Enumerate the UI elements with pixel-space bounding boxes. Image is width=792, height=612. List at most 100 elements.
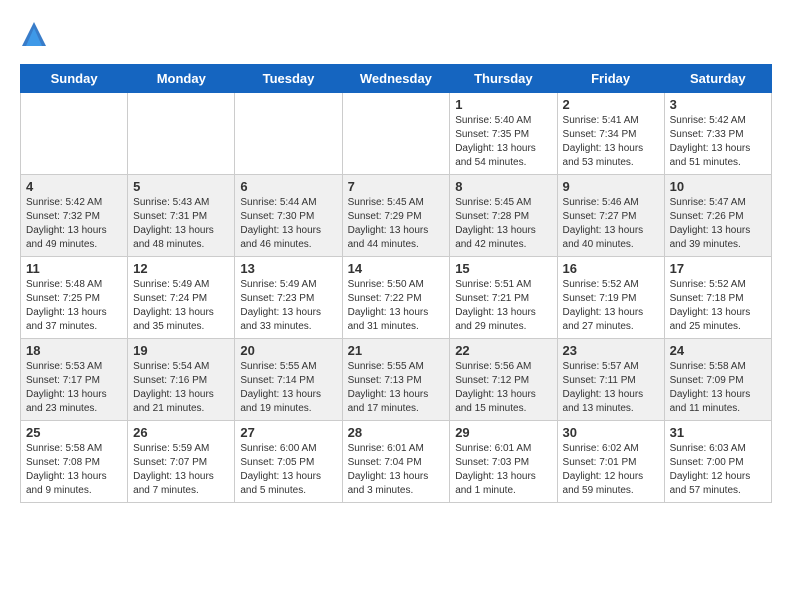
calendar-cell: 6 Sunrise: 5:44 AMSunset: 7:30 PMDaylight… [235, 175, 342, 257]
day-info: Sunrise: 5:49 AMSunset: 7:24 PMDaylight:… [133, 278, 229, 334]
day-number: 29 [455, 425, 551, 440]
calendar-cell [342, 93, 450, 175]
day-info: Sunrise: 5:41 AMSunset: 7:34 PMDaylight:… [563, 114, 659, 170]
logo-icon [20, 20, 48, 48]
logo [20, 20, 52, 48]
day-info: Sunrise: 5:49 AMSunset: 7:23 PMDaylight:… [240, 278, 336, 334]
day-number: 20 [240, 343, 336, 358]
calendar-cell: 11 Sunrise: 5:48 AMSunset: 7:25 PMDayligh… [21, 257, 128, 339]
day-info: Sunrise: 6:01 AMSunset: 7:03 PMDaylight:… [455, 442, 551, 498]
day-of-week-header: Friday [557, 65, 664, 93]
day-info: Sunrise: 5:56 AMSunset: 7:12 PMDaylight:… [455, 360, 551, 416]
day-info: Sunrise: 6:00 AMSunset: 7:05 PMDaylight:… [240, 442, 336, 498]
day-info: Sunrise: 6:02 AMSunset: 7:01 PMDaylight:… [563, 442, 659, 498]
day-number: 10 [670, 179, 766, 194]
day-info: Sunrise: 5:51 AMSunset: 7:21 PMDaylight:… [455, 278, 551, 334]
page-header [20, 20, 772, 48]
day-number: 11 [26, 261, 122, 276]
calendar-week-row: 11 Sunrise: 5:48 AMSunset: 7:25 PMDayligh… [21, 257, 772, 339]
calendar-cell: 2 Sunrise: 5:41 AMSunset: 7:34 PMDaylight… [557, 93, 664, 175]
calendar-cell: 24 Sunrise: 5:58 AMSunset: 7:09 PMDayligh… [664, 339, 771, 421]
day-info: Sunrise: 5:52 AMSunset: 7:18 PMDaylight:… [670, 278, 766, 334]
calendar-week-row: 1 Sunrise: 5:40 AMSunset: 7:35 PMDaylight… [21, 93, 772, 175]
calendar-cell: 19Sunrise: 5:54 AMSunset: 7:16 PMDayligh… [128, 339, 235, 421]
day-number: 14 [348, 261, 445, 276]
day-number: 19 [133, 343, 229, 358]
day-number: 18 [26, 343, 122, 358]
calendar-week-row: 18 Sunrise: 5:53 AMSunset: 7:17 PMDayligh… [21, 339, 772, 421]
day-number: 9 [563, 179, 659, 194]
calendar-cell: 16Sunrise: 5:52 AMSunset: 7:19 PMDayligh… [557, 257, 664, 339]
calendar-cell [128, 93, 235, 175]
day-number: 7 [348, 179, 445, 194]
day-number: 12 [133, 261, 229, 276]
day-number: 15 [455, 261, 551, 276]
day-of-week-header: Sunday [21, 65, 128, 93]
calendar-cell: 21Sunrise: 5:55 AMSunset: 7:13 PMDayligh… [342, 339, 450, 421]
calendar-cell: 9 Sunrise: 5:46 AMSunset: 7:27 PMDaylight… [557, 175, 664, 257]
day-info: Sunrise: 5:45 AMSunset: 7:29 PMDaylight:… [348, 196, 445, 252]
day-of-week-header: Saturday [664, 65, 771, 93]
day-info: Sunrise: 5:46 AMSunset: 7:27 PMDaylight:… [563, 196, 659, 252]
calendar-cell: 12 Sunrise: 5:49 AMSunset: 7:24 PMDayligh… [128, 257, 235, 339]
calendar-cell: 7 Sunrise: 5:45 AMSunset: 7:29 PMDaylight… [342, 175, 450, 257]
day-number: 30 [563, 425, 659, 440]
calendar-week-row: 25 Sunrise: 5:58 AMSunset: 7:08 PMDayligh… [21, 421, 772, 503]
calendar-cell: 27 Sunrise: 6:00 AMSunset: 7:05 PMDayligh… [235, 421, 342, 503]
day-number: 3 [670, 97, 766, 112]
day-info: Sunrise: 5:55 AMSunset: 7:14 PMDaylight:… [240, 360, 336, 416]
day-of-week-header: Thursday [450, 65, 557, 93]
calendar-header-row: SundayMondayTuesdayWednesdayThursdayFrid… [21, 65, 772, 93]
day-number: 13 [240, 261, 336, 276]
calendar-cell: 4 Sunrise: 5:42 AMSunset: 7:32 PMDaylight… [21, 175, 128, 257]
day-number: 6 [240, 179, 336, 194]
calendar-week-row: 4 Sunrise: 5:42 AMSunset: 7:32 PMDaylight… [21, 175, 772, 257]
day-number: 22 [455, 343, 551, 358]
day-number: 1 [455, 97, 551, 112]
day-info: Sunrise: 5:40 AMSunset: 7:35 PMDaylight:… [455, 114, 551, 170]
day-info: Sunrise: 5:53 AMSunset: 7:17 PMDaylight:… [26, 360, 122, 416]
calendar-cell: 25 Sunrise: 5:58 AMSunset: 7:08 PMDayligh… [21, 421, 128, 503]
day-number: 23 [563, 343, 659, 358]
calendar-cell: 17Sunrise: 5:52 AMSunset: 7:18 PMDayligh… [664, 257, 771, 339]
calendar-cell [21, 93, 128, 175]
day-info: Sunrise: 5:58 AMSunset: 7:09 PMDaylight:… [670, 360, 766, 416]
day-info: Sunrise: 5:45 AMSunset: 7:28 PMDaylight:… [455, 196, 551, 252]
day-info: Sunrise: 5:57 AMSunset: 7:11 PMDaylight:… [563, 360, 659, 416]
calendar-cell: 15 Sunrise: 5:51 AMSunset: 7:21 PMDayligh… [450, 257, 557, 339]
day-number: 16 [563, 261, 659, 276]
day-info: Sunrise: 5:42 AMSunset: 7:33 PMDaylight:… [670, 114, 766, 170]
day-of-week-header: Wednesday [342, 65, 450, 93]
calendar-cell: 18 Sunrise: 5:53 AMSunset: 7:17 PMDayligh… [21, 339, 128, 421]
calendar-cell: 31Sunrise: 6:03 AMSunset: 7:00 PMDayligh… [664, 421, 771, 503]
calendar-cell: 28 Sunrise: 6:01 AMSunset: 7:04 PMDayligh… [342, 421, 450, 503]
calendar-cell: 26 Sunrise: 5:59 AMSunset: 7:07 PMDayligh… [128, 421, 235, 503]
day-number: 28 [348, 425, 445, 440]
day-info: Sunrise: 5:50 AMSunset: 7:22 PMDaylight:… [348, 278, 445, 334]
calendar-cell: 13 Sunrise: 5:49 AMSunset: 7:23 PMDayligh… [235, 257, 342, 339]
calendar-cell: 23 Sunrise: 5:57 AMSunset: 7:11 PMDayligh… [557, 339, 664, 421]
calendar-cell: 20 Sunrise: 5:55 AMSunset: 7:14 PMDayligh… [235, 339, 342, 421]
day-number: 26 [133, 425, 229, 440]
day-number: 25 [26, 425, 122, 440]
day-info: Sunrise: 5:48 AMSunset: 7:25 PMDaylight:… [26, 278, 122, 334]
day-info: Sunrise: 5:43 AMSunset: 7:31 PMDaylight:… [133, 196, 229, 252]
day-info: Sunrise: 5:47 AMSunset: 7:26 PMDaylight:… [670, 196, 766, 252]
calendar-table: SundayMondayTuesdayWednesdayThursdayFrid… [20, 64, 772, 503]
calendar-cell: 5Sunrise: 5:43 AMSunset: 7:31 PMDaylight… [128, 175, 235, 257]
day-number: 24 [670, 343, 766, 358]
day-info: Sunrise: 5:44 AMSunset: 7:30 PMDaylight:… [240, 196, 336, 252]
day-info: Sunrise: 5:59 AMSunset: 7:07 PMDaylight:… [133, 442, 229, 498]
day-number: 4 [26, 179, 122, 194]
day-number: 21 [348, 343, 445, 358]
calendar-cell: 10 Sunrise: 5:47 AMSunset: 7:26 PMDayligh… [664, 175, 771, 257]
calendar-cell: 30 Sunrise: 6:02 AMSunset: 7:01 PMDayligh… [557, 421, 664, 503]
day-info: Sunrise: 5:58 AMSunset: 7:08 PMDaylight:… [26, 442, 122, 498]
calendar-cell: 29 Sunrise: 6:01 AMSunset: 7:03 PMDayligh… [450, 421, 557, 503]
calendar-cell: 8Sunrise: 5:45 AMSunset: 7:28 PMDaylight… [450, 175, 557, 257]
day-info: Sunrise: 5:42 AMSunset: 7:32 PMDaylight:… [26, 196, 122, 252]
day-number: 27 [240, 425, 336, 440]
day-info: Sunrise: 6:01 AMSunset: 7:04 PMDaylight:… [348, 442, 445, 498]
day-info: Sunrise: 6:03 AMSunset: 7:00 PMDaylight:… [670, 442, 766, 498]
day-number: 2 [563, 97, 659, 112]
